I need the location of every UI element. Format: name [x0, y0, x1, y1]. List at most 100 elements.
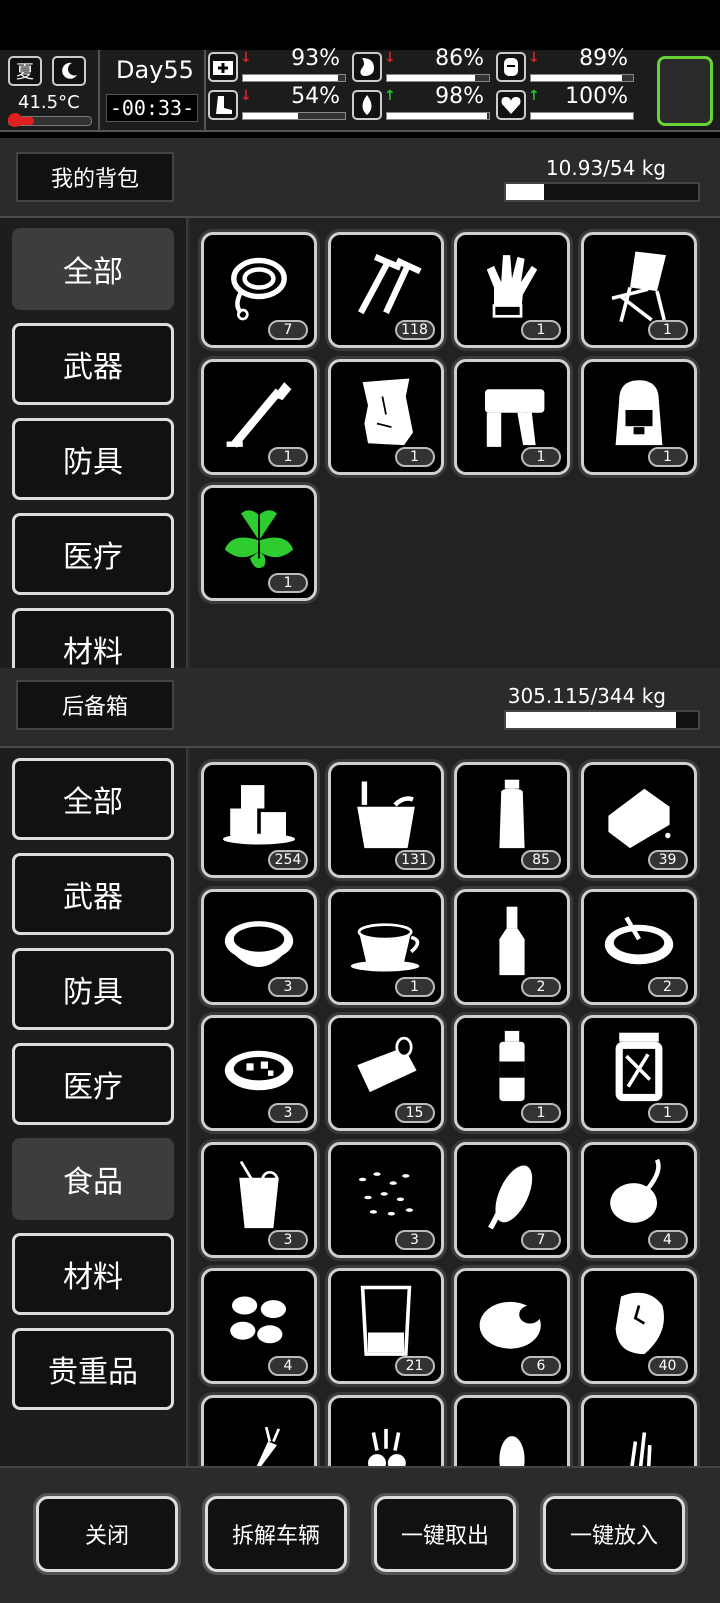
item-count-badge: 85 [521, 850, 561, 870]
inventory-slot[interactable]: 4 [580, 1141, 697, 1258]
item-count-badge: 131 [394, 850, 435, 870]
category-tab[interactable]: 全部 [12, 758, 174, 840]
backpack-title: 我的背包 [16, 152, 174, 202]
inventory-slot[interactable]: 7 [201, 232, 317, 348]
item-count-badge: 7 [521, 1229, 561, 1250]
item-count-badge: 1 [268, 446, 308, 467]
inventory-slot[interactable]: 118 [327, 232, 444, 348]
category-tab[interactable]: 材料 [12, 608, 174, 668]
inventory-slot[interactable]: 3 [327, 1141, 444, 1258]
backpack-panel: 我的背包 10.93/54 kg 全部 武器 防具 医疗 材料 7 118 1 1 1 1 1 1 1 [0, 138, 720, 668]
moon-icon [52, 56, 86, 86]
inventory-slot[interactable] [454, 1394, 570, 1466]
storage-category-list[interactable]: 全部武器防具医疗食品材料贵重品 [0, 748, 188, 1466]
item-count-badge: 1 [394, 446, 435, 467]
inventory-slot[interactable]: 1 [327, 358, 444, 475]
inventory-slot[interactable]: 2 [580, 888, 697, 1005]
inventory-slot[interactable]: 1 [454, 232, 570, 348]
item-count-badge: 4 [268, 1356, 308, 1376]
dismantle-vehicle-button[interactable]: 拆解车辆 [205, 1496, 347, 1572]
stat-bar [242, 74, 346, 82]
stat-value: 89% [579, 46, 628, 71]
inventory-slot[interactable]: 131 [327, 762, 444, 878]
stat-bar [530, 112, 634, 120]
item-count-badge: 21 [394, 1356, 435, 1376]
stat-value: 93% [291, 46, 340, 71]
stat-value: 54% [291, 84, 340, 109]
day-counter: Day55 [116, 56, 194, 84]
item-count-badge: 1 [521, 320, 561, 340]
category-tab[interactable]: 贵重品 [12, 1328, 174, 1410]
stat-bar [530, 74, 634, 82]
season-label: 夏 [16, 62, 34, 83]
inventory-slot[interactable]: 15 [327, 1015, 444, 1131]
category-tab[interactable]: 食品 [12, 1138, 174, 1220]
inventory-slot[interactable] [580, 1394, 697, 1466]
inventory-slot[interactable]: 39 [580, 762, 697, 878]
temperature: 41.5°C [18, 92, 80, 113]
inventory-slot[interactable]: 1 [454, 358, 570, 475]
inventory-slot[interactable]: 40 [580, 1268, 697, 1384]
item-count-badge: 6 [521, 1356, 561, 1376]
stat-bar [386, 74, 490, 82]
backpack-weight-bar [504, 182, 700, 202]
item-count-badge: 2 [647, 976, 688, 997]
inventory-slot[interactable]: 1 [580, 358, 697, 475]
status-bar: 夏 41.5°C Day55 -00:33- ↓ 93% ↓ 86% ↓ 89% ↓ 54% ↑… [0, 46, 720, 132]
item-count-badge: 118 [394, 320, 435, 340]
category-tab[interactable]: 材料 [12, 1233, 174, 1315]
item-count-badge: 3 [268, 1229, 308, 1250]
inventory-slot[interactable]: 85 [454, 762, 570, 878]
item-count-badge: 1 [394, 976, 435, 997]
inventory-slot[interactable]: 1 [201, 358, 317, 475]
heart-icon [496, 90, 526, 120]
inventory-slot[interactable]: 1 [327, 888, 444, 1005]
category-tab[interactable]: 防具 [12, 948, 174, 1030]
inventory-slot[interactable]: 254 [201, 762, 317, 878]
put-all-button[interactable]: 一键放入 [543, 1496, 685, 1572]
item-count-badge: 7 [268, 320, 308, 340]
inventory-slot[interactable] [201, 1394, 317, 1466]
inventory-slot[interactable]: 1 [580, 1015, 697, 1131]
item-count-badge: 15 [394, 1103, 435, 1123]
item-count-badge: 3 [268, 1103, 308, 1123]
inventory-slot[interactable]: 3 [201, 1015, 317, 1131]
clock-time: -00:33- [106, 94, 198, 122]
inventory-slot[interactable]: 1 [454, 1015, 570, 1131]
item-count-badge: 1 [647, 446, 688, 467]
storage-title: 后备箱 [16, 680, 174, 730]
storage-weight: 305.115/344 kg [507, 684, 666, 708]
equipment-slot[interactable] [657, 56, 713, 126]
storage-weight-bar [504, 710, 700, 730]
action-bar: 关闭 拆解车辆 一键取出 一键放入 [0, 1466, 720, 1603]
category-tab[interactable]: 武器 [12, 853, 174, 935]
inventory-slot[interactable]: 4 [201, 1268, 317, 1384]
item-count-badge: 40 [647, 1356, 688, 1376]
inventory-slot[interactable]: 6 [454, 1268, 570, 1384]
inventory-slot[interactable]: 1 [580, 232, 697, 348]
stat-value: 86% [435, 46, 484, 71]
inventory-slot[interactable] [327, 1394, 444, 1466]
inventory-slot[interactable]: 3 [201, 888, 317, 1005]
category-tab[interactable]: 全部 [12, 228, 174, 310]
inventory-slot[interactable]: 2 [454, 888, 570, 1005]
inventory-slot[interactable]: 7 [454, 1141, 570, 1258]
boot-icon [208, 90, 238, 120]
close-button[interactable]: 关闭 [36, 1496, 178, 1572]
category-tab[interactable]: 防具 [12, 418, 174, 500]
inventory-slot[interactable]: 3 [201, 1141, 317, 1258]
item-count-badge: 4 [647, 1229, 688, 1250]
inventory-slot[interactable]: 21 [327, 1268, 444, 1384]
backpack-category-list[interactable]: 全部武器防具医疗材料 [0, 218, 188, 668]
stat-value: 100% [565, 84, 628, 109]
category-tab[interactable]: 医疗 [12, 513, 174, 595]
item-count-badge: 3 [268, 976, 308, 997]
category-tab[interactable]: 武器 [12, 323, 174, 405]
category-tab[interactable]: 医疗 [12, 1043, 174, 1125]
inventory-slot[interactable]: 1 [201, 485, 317, 601]
item-count-badge: 2 [521, 976, 561, 997]
storage-item-grid: 254 131 85 39 3 1 2 2 3 15 1 1 3 3 7 4 4 21 6 40 [190, 748, 720, 1466]
item-count-badge: 1 [521, 446, 561, 467]
backpack-weight: 10.93/54 kg [545, 156, 666, 180]
take-all-button[interactable]: 一键取出 [374, 1496, 516, 1572]
